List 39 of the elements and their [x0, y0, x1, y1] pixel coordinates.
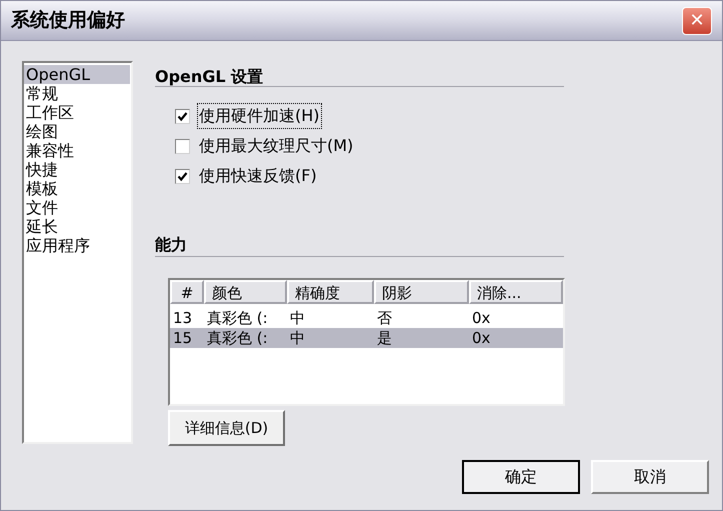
table-cell-text: 15: [172, 328, 194, 348]
column-header[interactable]: 阴影: [374, 280, 469, 304]
table-cell-text: 中: [289, 308, 306, 328]
window-title: 系统使用偏好: [11, 8, 125, 34]
checkbox-label[interactable]: 使用最大纹理尺寸(M): [198, 134, 354, 158]
sidebar-item[interactable]: OpenGL: [24, 65, 130, 84]
sidebar-item[interactable]: 常规: [24, 84, 130, 103]
table-cell-text: 13: [172, 308, 194, 328]
table-cell-text: 真彩色 (:: [206, 308, 269, 328]
table-cell-text: 0x: [471, 308, 492, 328]
checkbox[interactable]: [175, 108, 190, 124]
sidebar-item[interactable]: 延长: [24, 217, 130, 236]
checkbox-label[interactable]: 使用快速反馈(F): [198, 164, 318, 188]
column-header[interactable]: 颜色: [204, 280, 287, 304]
table-cell-text: 否: [376, 308, 393, 328]
table-cell-text: 0x: [471, 328, 492, 348]
table-cell-text: 真彩色 (:: [206, 328, 269, 348]
checkbox[interactable]: [175, 168, 190, 184]
section-heading: OpenGL 设置: [155, 65, 564, 87]
sidebar-item[interactable]: 模板: [24, 179, 130, 198]
column-header[interactable]: #: [170, 280, 204, 304]
dialog-button[interactable]: 确定: [462, 460, 580, 494]
checkbox-label[interactable]: 使用硬件加速(H): [198, 104, 321, 128]
sidebar-item[interactable]: 应用程序: [24, 236, 130, 255]
section-heading: 能力: [155, 233, 564, 257]
table-row[interactable]: 15 真彩色 (: 中 是 0x: [170, 328, 563, 348]
dialog-button[interactable]: 取消: [591, 460, 709, 494]
sidebar-item[interactable]: 兼容性: [24, 141, 130, 160]
checkbox[interactable]: [175, 138, 190, 154]
column-header[interactable]: 精确度: [287, 280, 374, 304]
table-cell-text: 是: [376, 328, 393, 348]
column-header[interactable]: 消除...: [469, 280, 563, 304]
table-cell-text: 中: [289, 328, 306, 348]
sidebar-item[interactable]: 绘图: [24, 122, 130, 141]
sidebar-item[interactable]: 文件: [24, 198, 130, 217]
table-row[interactable]: 13 真彩色 (: 中 否 0x: [170, 308, 563, 328]
details-button[interactable]: 详细信息(D): [168, 410, 285, 446]
sidebar-item[interactable]: 快捷: [24, 160, 130, 179]
sidebar-item[interactable]: 工作区: [24, 103, 130, 122]
